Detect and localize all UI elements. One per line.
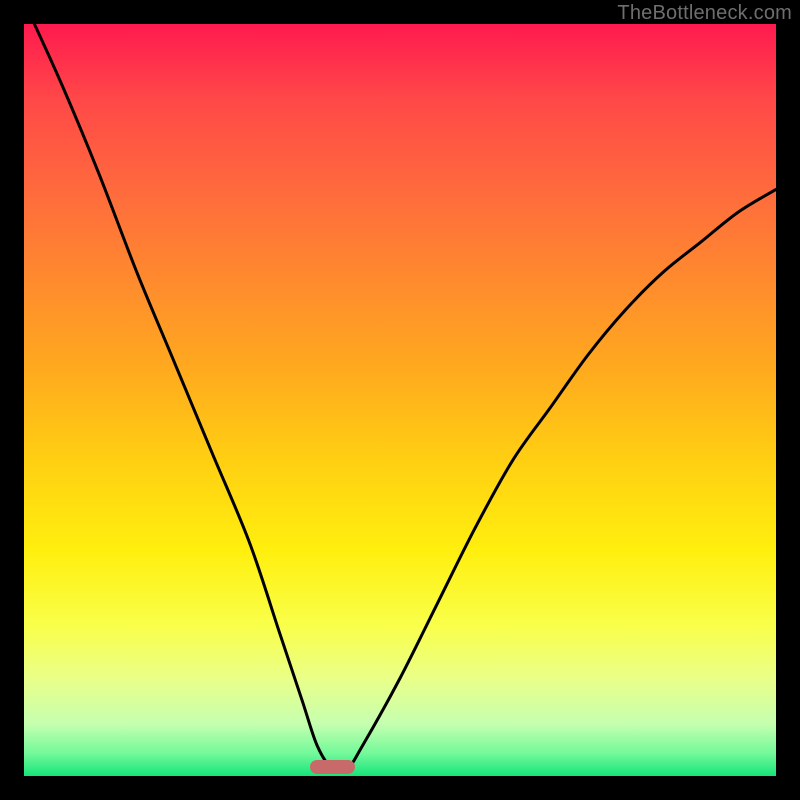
optimal-range-marker	[310, 760, 355, 774]
plot-area	[24, 24, 776, 776]
chart-frame: TheBottleneck.com	[0, 0, 800, 800]
watermark-text: TheBottleneck.com	[617, 2, 792, 25]
curve-svg	[24, 24, 776, 776]
bottleneck-curve	[24, 1, 776, 771]
